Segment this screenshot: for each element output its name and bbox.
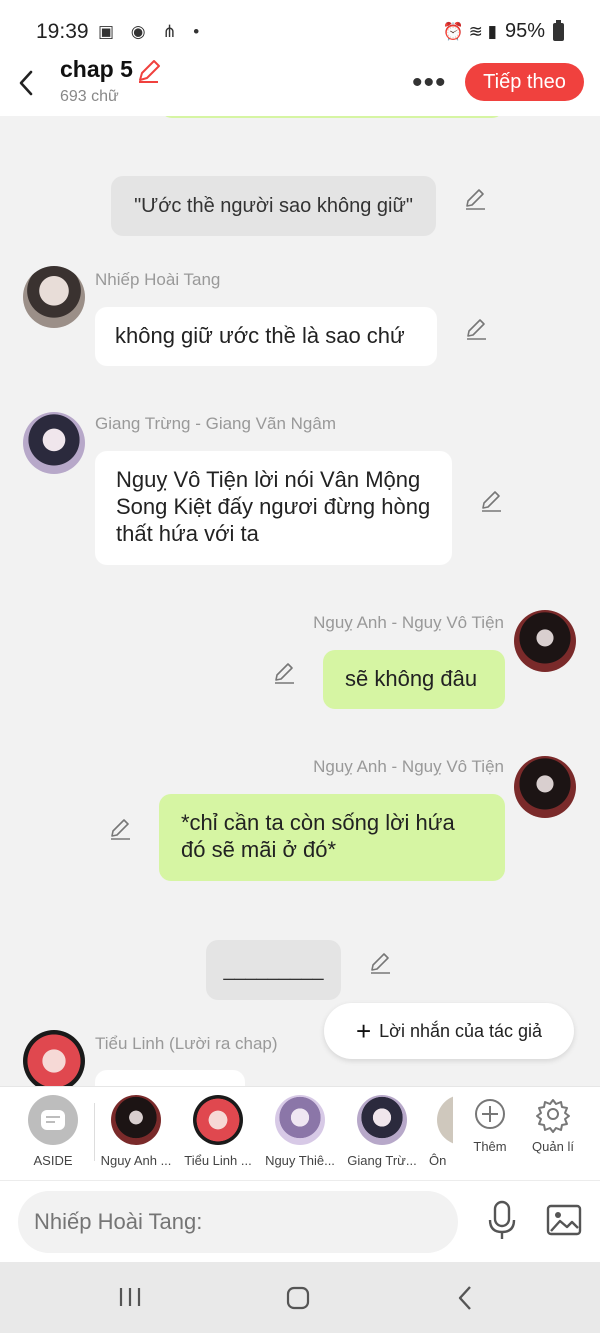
- narration-bubble[interactable]: _________: [206, 940, 341, 1000]
- chapter-title[interactable]: chap 5: [60, 56, 133, 83]
- manage-characters-button[interactable]: Quản lí: [512, 1095, 594, 1154]
- character-label: Tiểu Linh ...: [184, 1153, 252, 1168]
- sender-name: Nguỵ Anh - Nguỵ Vô Tiện: [313, 613, 504, 632]
- next-button[interactable]: Tiếp theo: [465, 63, 584, 101]
- edit-icon[interactable]: [367, 950, 393, 976]
- chat-area: "Ước thề người sao không giữ" Nhiếp Hoài…: [0, 116, 600, 1086]
- status-bar: 19:39 ▣ ◉ ⋔ • ⏰ ≋ ▮ 95%: [0, 0, 600, 60]
- gear-icon: [536, 1099, 570, 1133]
- message-text: sẽ không đâu: [345, 666, 478, 691]
- system-nav-bar: [0, 1262, 600, 1333]
- edit-icon[interactable]: [463, 316, 489, 342]
- aside-icon: [28, 1095, 78, 1145]
- add-circle-icon: [475, 1099, 505, 1129]
- character-nguy-thien[interactable]: Nguy Thiê...: [259, 1095, 341, 1168]
- battery-percent: 95%: [504, 20, 545, 42]
- character-label: Ôn: [429, 1153, 447, 1168]
- notification-icons: ▣ ◉ ⋔ •: [98, 22, 206, 41]
- narration-bubble[interactable]: "Ước thề người sao không giữ": [111, 176, 436, 236]
- narration-text: "Ước thề người sao không giữ": [134, 195, 413, 217]
- message-bubble[interactable]: sẽ không đâu: [323, 650, 505, 709]
- message-bubble[interactable]: *chỉ cần ta còn sống lời hứa đó sẽ mãi ở…: [159, 794, 505, 881]
- avatar-giang-trung[interactable]: [23, 412, 85, 474]
- character-avatar: [357, 1095, 407, 1145]
- header: chap 5 693 chữ ••• Tiếp theo: [0, 56, 600, 116]
- avatar-tieu-linh[interactable]: [23, 1030, 85, 1086]
- microphone-icon[interactable]: [484, 1199, 520, 1243]
- partial-message-bubble[interactable]: [160, 116, 504, 118]
- recent-apps-icon[interactable]: [118, 1286, 142, 1308]
- nav-back-icon[interactable]: [454, 1284, 478, 1312]
- character-avatar: [275, 1095, 325, 1145]
- battery-icon: [553, 19, 564, 41]
- message-text: Nguỵ Vô Tiện lời nói Vân Mộng Song Kiệt …: [116, 467, 431, 546]
- status-right: ⏰ ≋ ▮ 95%: [442, 19, 564, 43]
- home-icon[interactable]: [286, 1286, 310, 1310]
- narration-text: _________: [223, 959, 324, 981]
- sender-name: Nhiếp Hoài Tang: [95, 270, 221, 289]
- character-label: ASIDE: [33, 1153, 73, 1168]
- author-note-button[interactable]: + Lời nhắn của tác giả: [324, 1003, 574, 1059]
- character-bar: ASIDE Nguy Anh ... Tiểu Linh ... Nguy Th…: [0, 1086, 600, 1181]
- more-options-icon[interactable]: •••: [412, 66, 447, 100]
- sender-name: Tiểu Linh (Lười ra chap): [95, 1034, 278, 1053]
- character-avatar: [111, 1095, 161, 1145]
- edit-icon[interactable]: [271, 660, 297, 686]
- character-label: Nguy Thiê...: [265, 1153, 335, 1168]
- message-input[interactable]: [18, 1191, 458, 1253]
- sender-name: Giang Trừng - Giang Vãn Ngâm: [95, 414, 336, 433]
- edit-icon[interactable]: [462, 186, 488, 212]
- image-icon[interactable]: [546, 1203, 582, 1237]
- sender-name: Nguỵ Anh - Nguỵ Vô Tiện: [313, 757, 504, 776]
- status-time: 19:39: [36, 20, 89, 43]
- character-label: Nguy Anh ...: [100, 1153, 172, 1168]
- character-tieu-linh[interactable]: Tiểu Linh ...: [177, 1095, 259, 1168]
- plus-icon: +: [355, 1016, 372, 1046]
- message-bubble[interactable]: không giữ ước thề là sao chứ: [95, 307, 437, 366]
- system-icons: ⏰ ≋ ▮: [442, 21, 497, 41]
- avatar-nhiep-hoai-tang[interactable]: [23, 266, 85, 328]
- character-aside[interactable]: ASIDE: [12, 1095, 94, 1168]
- character-label: Giang Trừ...: [347, 1153, 417, 1168]
- edit-icon[interactable]: [107, 816, 133, 842]
- edit-title-icon[interactable]: [136, 58, 162, 84]
- avatar-nguy-anh[interactable]: [514, 610, 576, 672]
- message-bubble[interactable]: [95, 1070, 245, 1086]
- word-count: 693 chữ: [60, 88, 119, 105]
- input-bar: [0, 1180, 600, 1263]
- message-bubble[interactable]: Nguỵ Vô Tiện lời nói Vân Mộng Song Kiệt …: [95, 451, 452, 565]
- avatar-nguy-anh[interactable]: [514, 756, 576, 818]
- message-text: *chỉ cần ta còn sống lời hứa đó sẽ mãi ở…: [181, 810, 455, 862]
- manage-label: Quản lí: [532, 1139, 574, 1154]
- edit-icon[interactable]: [478, 488, 504, 514]
- message-text: không giữ ước thề là sao chứ: [115, 323, 405, 348]
- author-note-label: Lời nhắn của tác giả: [379, 1020, 543, 1041]
- character-avatar: [193, 1095, 243, 1145]
- character-nguy-anh[interactable]: Nguy Anh ...: [95, 1095, 177, 1168]
- back-arrow-icon[interactable]: [14, 68, 40, 98]
- character-giang-trung[interactable]: Giang Trừ...: [341, 1095, 423, 1168]
